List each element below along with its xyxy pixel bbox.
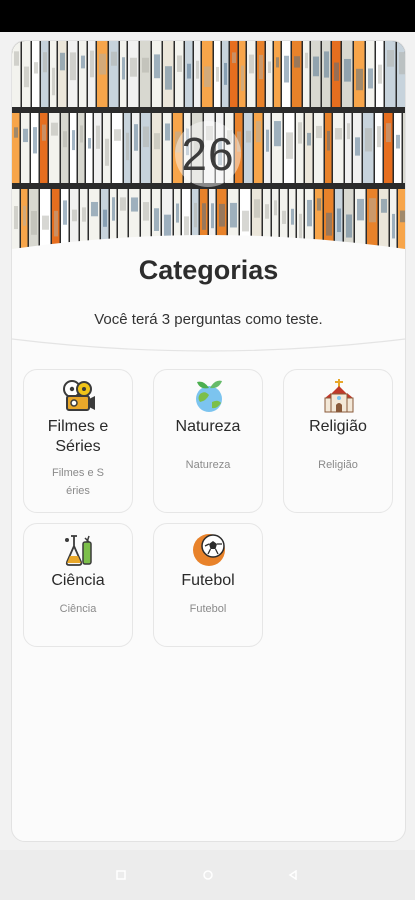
category-tile-filmes-series[interactable]: Filmes e Séries Filmes e Séries — [23, 369, 133, 513]
status-bar — [0, 0, 415, 32]
category-tile-natureza[interactable]: Natureza Natureza — [153, 369, 263, 513]
system-navigation-bar — [0, 850, 415, 900]
science-icon — [65, 535, 92, 566]
category-description: Religião — [318, 459, 358, 471]
category-tile-futebol[interactable]: Futebol Futebol — [153, 523, 263, 647]
category-description: Filmes e Séries — [52, 467, 104, 497]
category-name: Natureza — [175, 418, 241, 435]
category-description: Futebol — [189, 603, 227, 615]
category-tile-ciencia[interactable]: Ciência Ciência — [23, 523, 133, 647]
countdown-timer: 26 — [175, 121, 241, 187]
category-name: Futebol — [181, 572, 235, 589]
section-divider — [12, 338, 405, 352]
back-triangle-icon[interactable] — [288, 870, 298, 880]
category-description: Natureza — [185, 459, 231, 471]
home-circle-icon[interactable] — [203, 870, 213, 880]
category-description: Ciência — [59, 603, 97, 615]
category-name: Religião — [309, 418, 367, 435]
quiz-card: 26 Categorias Você terá 3 perguntas como… — [11, 40, 406, 842]
category-tile-religiao[interactable]: Religião Religião — [283, 369, 393, 513]
globe-plant-icon — [196, 380, 222, 412]
page-subtitle: Você terá 3 perguntas como teste. — [94, 311, 323, 328]
hero-banner: 26 — [12, 41, 405, 261]
film-reel-icon — [63, 380, 95, 411]
page-title: Categorias — [138, 255, 279, 285]
category-name: Filmes e Séries — [47, 418, 109, 455]
category-name: Ciência — [51, 572, 105, 589]
church-icon — [324, 379, 354, 413]
recents-square-icon[interactable] — [116, 870, 126, 880]
soccer-ball-icon — [193, 534, 225, 566]
